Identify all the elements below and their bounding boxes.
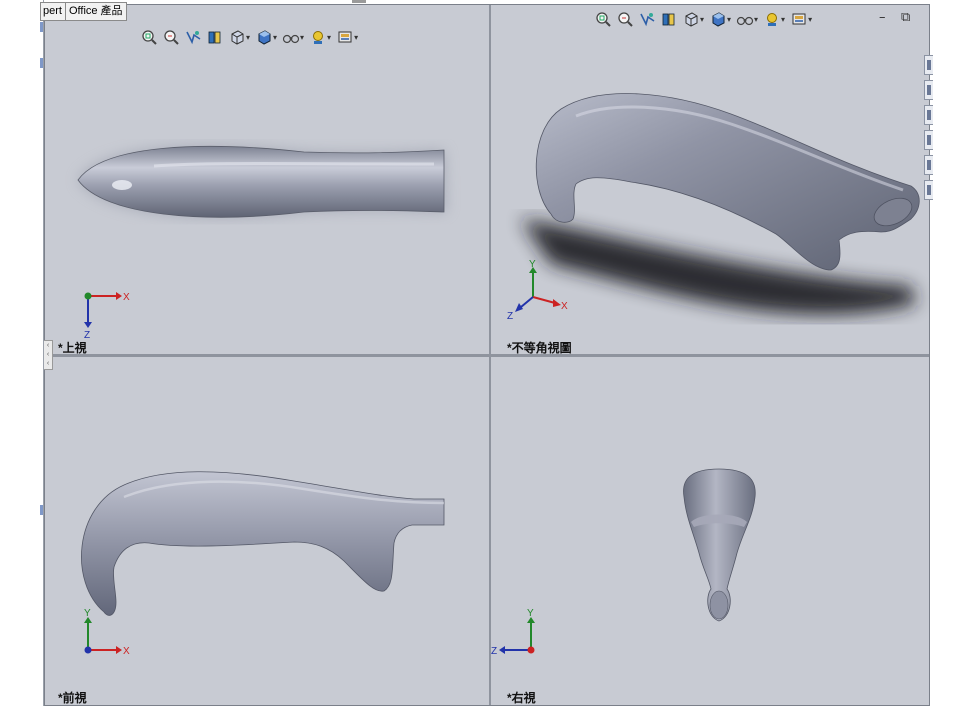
task-pane-tab[interactable] — [924, 155, 933, 175]
collapse-panel-handle[interactable]: ‹ ‹ ‹ — [44, 340, 53, 370]
axis-triad: X Z — [84, 292, 130, 341]
task-pane-tab[interactable] — [924, 105, 933, 125]
model-right-view[interactable] — [491, 357, 930, 706]
axis-triad: Y Z — [491, 608, 535, 657]
solidworks-window: pert Office 產品 ▾ ▾ ▾ ▾ ▾ X Z *上視 ▾ ▾ ▾ ▾… — [0, 0, 960, 720]
axis-x-label: X — [123, 292, 130, 303]
axis-y-label: Y — [527, 608, 534, 619]
tab-expert[interactable]: pert — [40, 2, 66, 21]
axis-y-label: Y — [84, 608, 91, 619]
bottom-margin — [44, 706, 930, 720]
task-pane-right-edge — [930, 0, 960, 720]
task-pane-tab[interactable] — [924, 180, 933, 200]
viewport-label-top: *上視 — [58, 341, 87, 354]
window-notch — [352, 0, 366, 3]
viewport-front[interactable]: Y X *前視 — [44, 357, 489, 706]
viewport-splitter-horizontal[interactable] — [44, 354, 930, 357]
axis-z-label: Z — [507, 311, 513, 322]
viewport-isometric[interactable]: ▾ ▾ ▾ ▾ ▾ – ⧉ Y X Z *不等角視圖 — [491, 4, 930, 354]
viewport-right[interactable]: Y Z *右視 — [491, 357, 930, 706]
axis-triad: Y X — [84, 608, 130, 657]
graphics-area[interactable]: ▾ ▾ ▾ ▾ ▾ X Z *上視 ▾ ▾ ▾ ▾ ▾ – ⧉ Y X Z *不… — [44, 4, 930, 706]
task-pane-tab[interactable] — [924, 55, 933, 75]
task-pane-tab[interactable] — [924, 130, 933, 150]
axis-z-label: Z — [491, 646, 497, 657]
viewport-label-isometric: *不等角視圖 — [507, 341, 572, 354]
axis-y-label: Y — [529, 259, 536, 270]
task-pane-tab[interactable] — [924, 80, 933, 100]
task-pane-left-edge — [0, 0, 44, 706]
task-pane-tabs — [924, 55, 934, 205]
viewport-label-front: *前視 — [58, 691, 87, 705]
axis-x-label: X — [123, 646, 130, 657]
tab-office-products[interactable]: Office 產品 — [64, 2, 127, 21]
axis-x-label: X — [561, 301, 568, 312]
axis-triad: Y X Z — [507, 259, 568, 322]
viewport-top[interactable]: ▾ ▾ ▾ ▾ ▾ X Z *上視 — [44, 4, 489, 354]
document-tab-strip: pert Office 產品 — [40, 2, 127, 21]
viewport-label-right: *右視 — [507, 691, 536, 705]
